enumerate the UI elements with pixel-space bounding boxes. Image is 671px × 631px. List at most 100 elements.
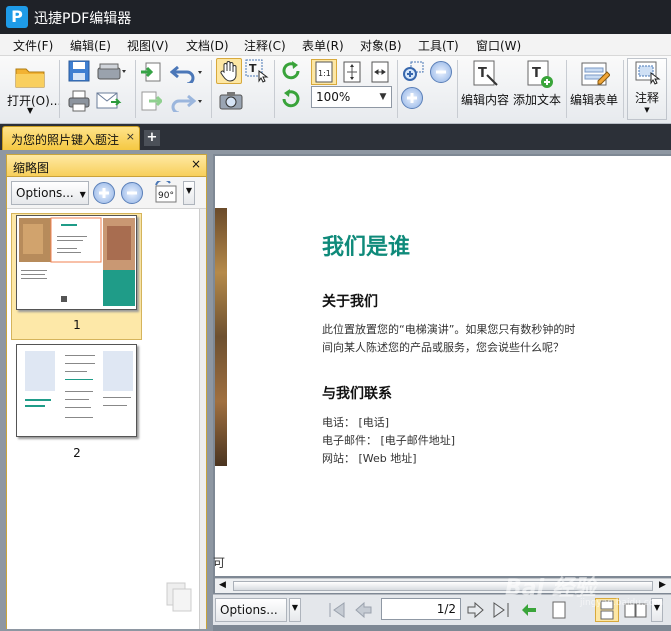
hand-tool-button[interactable] bbox=[216, 58, 242, 84]
edit-content-label[interactable]: 编辑内容 bbox=[461, 91, 509, 108]
annotate-dropdown-icon: ▼ bbox=[644, 106, 650, 114]
menu-tools[interactable]: 工具(T) bbox=[418, 37, 459, 54]
panel-close-icon[interactable]: × bbox=[191, 157, 201, 171]
email-icon bbox=[96, 92, 122, 109]
page-photo bbox=[215, 208, 227, 466]
page-2-preview bbox=[25, 351, 133, 418]
contact-heading: 与我们联系 bbox=[322, 386, 392, 402]
add-text-button[interactable]: T bbox=[524, 58, 554, 90]
next-page-icon[interactable] bbox=[465, 600, 485, 620]
open-button[interactable] bbox=[10, 58, 50, 92]
thumb-zoom-out-button[interactable] bbox=[121, 182, 143, 204]
page-number-field[interactable]: 1/2 bbox=[381, 598, 461, 620]
edit-form-label[interactable]: 编辑表单 bbox=[570, 91, 618, 108]
page-1-preview bbox=[19, 217, 135, 306]
printer-icon bbox=[68, 90, 90, 112]
contact-email: 电子邮件： [电子邮件地址] bbox=[322, 434, 456, 447]
view-options-button[interactable]: Options... bbox=[215, 598, 287, 622]
view-options-label: Options... bbox=[220, 603, 278, 617]
folder-icon bbox=[15, 68, 45, 88]
single-page-view-icon[interactable] bbox=[549, 600, 569, 620]
add-text-icon: T bbox=[527, 60, 553, 88]
first-page-icon[interactable] bbox=[327, 600, 347, 620]
svg-text:T: T bbox=[532, 66, 541, 81]
actual-size-icon: 1:1 bbox=[315, 61, 333, 83]
menu-edit[interactable]: 编辑(E) bbox=[70, 37, 111, 54]
about-heading: 关于我们 bbox=[322, 294, 378, 310]
add-text-label[interactable]: 添加文本 bbox=[513, 91, 561, 108]
panel-header: 缩略图 × bbox=[7, 155, 206, 177]
scanner-icon bbox=[97, 63, 126, 80]
menu-form[interactable]: 表单(R) bbox=[302, 37, 344, 54]
menu-window[interactable]: 窗口(W) bbox=[476, 37, 521, 54]
chevron-down-icon[interactable]: ▼ bbox=[377, 89, 389, 105]
thumbnail-page-2[interactable] bbox=[16, 344, 137, 437]
rotate-clockwise-button[interactable] bbox=[278, 58, 304, 84]
undo-button[interactable] bbox=[169, 60, 205, 84]
select-text-button[interactable]: T bbox=[244, 58, 270, 84]
fit-width-icon bbox=[371, 61, 389, 83]
rotate-ccw-icon bbox=[282, 89, 300, 108]
snapshot-button[interactable] bbox=[218, 88, 244, 112]
thumbnail-panel: 缩略图 × Options... ▼ 90° ▼ 1 2 bbox=[6, 154, 207, 629]
zoom-out-button[interactable] bbox=[430, 61, 452, 83]
menu-comment[interactable]: 注释(C) bbox=[244, 37, 286, 54]
edit-form-button[interactable] bbox=[578, 58, 612, 90]
thumb-zoom-in-button[interactable] bbox=[93, 182, 115, 204]
zoom-in-button[interactable] bbox=[401, 87, 423, 109]
contact-phone: 电话： [电话] bbox=[322, 416, 390, 429]
pdf-page[interactable]: 我们是谁 关于我们 此位置放置您的“电梯演讲”。如果您只有数秒钟的时 间向某人陈… bbox=[215, 156, 671, 576]
menu-view[interactable]: 视图(V) bbox=[127, 37, 169, 54]
fit-page-icon bbox=[343, 61, 361, 83]
redo-button[interactable] bbox=[169, 89, 205, 113]
marquee-zoom-button[interactable] bbox=[401, 60, 425, 84]
tab-document[interactable]: 为您的照片键入题注 × bbox=[2, 126, 140, 150]
scanner-button[interactable] bbox=[95, 58, 129, 84]
redo-icon bbox=[171, 94, 202, 112]
edit-content-button[interactable]: T bbox=[470, 58, 500, 90]
plus-icon bbox=[99, 188, 109, 198]
previous-page-icon[interactable] bbox=[353, 600, 373, 620]
go-back-icon[interactable] bbox=[519, 600, 539, 620]
thumbnail-label-1: 1 bbox=[73, 318, 81, 332]
view-options-dropdown-icon[interactable]: ▼ bbox=[289, 598, 301, 622]
rotate-90-icon: 90° bbox=[155, 181, 177, 203]
import-button[interactable] bbox=[139, 60, 163, 84]
save-button[interactable] bbox=[66, 58, 92, 84]
actual-size-button[interactable]: 1:1 bbox=[311, 59, 337, 85]
edit-form-icon bbox=[581, 62, 610, 86]
tab-title: 为您的照片键入题注 bbox=[11, 133, 120, 147]
panel-scrollbar[interactable] bbox=[199, 209, 206, 629]
menu-object[interactable]: 对象(B) bbox=[360, 37, 402, 54]
tab-close-icon[interactable]: × bbox=[126, 130, 135, 143]
menu-file[interactable]: 文件(F) bbox=[13, 37, 53, 54]
menu-document[interactable]: 文档(D) bbox=[186, 37, 229, 54]
export-button[interactable] bbox=[139, 89, 163, 113]
rotate-counterclockwise-button[interactable] bbox=[278, 86, 304, 112]
thumbnail-label-2: 2 bbox=[73, 446, 81, 460]
scroll-left-icon[interactable]: ◀ bbox=[219, 580, 226, 590]
open-dropdown-icon[interactable]: ▼ bbox=[27, 106, 33, 115]
print-button[interactable] bbox=[66, 88, 92, 114]
open-label[interactable]: 打开(O)... bbox=[7, 92, 61, 109]
rotate-dropdown-icon[interactable]: ▼ bbox=[183, 181, 195, 205]
export-icon bbox=[141, 91, 162, 111]
annotate-button[interactable]: 注释 ▼ bbox=[627, 58, 667, 120]
new-tab-button[interactable]: + bbox=[144, 130, 160, 146]
horizontal-scrollbar[interactable]: ◀ ▶ bbox=[215, 578, 671, 593]
panel-toolbar: Options... ▼ 90° ▼ bbox=[7, 177, 206, 209]
panel-options-button[interactable]: Options... ▼ bbox=[11, 181, 89, 205]
fit-width-button[interactable] bbox=[368, 59, 392, 85]
menu-bar: 文件(F) 编辑(E) 视图(V) 文档(D) 注释(C) 表单(R) 对象(B… bbox=[0, 34, 671, 56]
minus-icon bbox=[127, 191, 137, 195]
email-button[interactable] bbox=[95, 88, 123, 114]
thumbnail-page-1[interactable] bbox=[16, 215, 137, 310]
last-page-icon[interactable] bbox=[491, 600, 511, 620]
annotate-label: 注释 bbox=[634, 91, 659, 105]
plus-icon bbox=[407, 93, 417, 103]
rotate-thumb-button[interactable]: 90° bbox=[151, 180, 181, 206]
fit-page-button[interactable] bbox=[340, 59, 364, 85]
zoom-select[interactable]: 100% ▼ bbox=[311, 86, 392, 108]
scroll-right-icon[interactable]: ▶ bbox=[659, 580, 666, 590]
panel-options-label: Options... bbox=[16, 186, 74, 200]
